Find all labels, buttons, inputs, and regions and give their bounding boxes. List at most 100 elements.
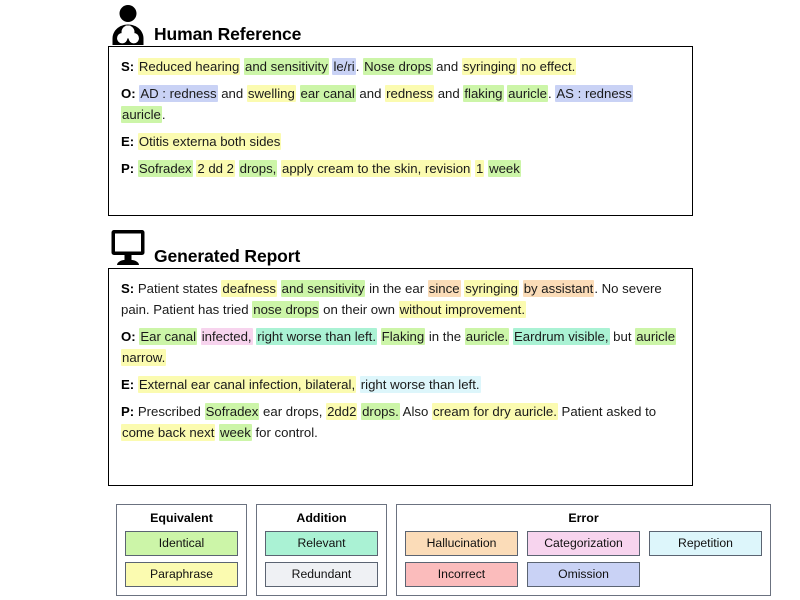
highlight-identical: week bbox=[219, 424, 252, 441]
report-line-label: O: bbox=[121, 329, 136, 344]
highlight-identical: week bbox=[488, 160, 521, 177]
highlight-paraphrase: Otitis externa both sides bbox=[137, 133, 282, 150]
legend-group-addition: Addition Relevant Redundant bbox=[256, 504, 387, 596]
report-line-label: P: bbox=[121, 161, 135, 176]
legend-row: Hallucination Categorization Repetition bbox=[405, 531, 762, 556]
generated-report-heading: Generated Report bbox=[108, 224, 693, 268]
plain-text: Prescribed bbox=[134, 404, 205, 419]
human-reference-title: Human Reference bbox=[154, 23, 302, 44]
highlight-identical: nose drops bbox=[252, 301, 320, 318]
legend-row: Paraphrase bbox=[125, 562, 238, 587]
highlight-paraphrase: without improvement. bbox=[398, 301, 526, 318]
legend-group-title: Error bbox=[568, 511, 599, 525]
highlight-omission: le/ri bbox=[332, 58, 356, 75]
legend-chip-categorization[interactable]: Categorization bbox=[527, 531, 640, 556]
plain-text: but bbox=[609, 329, 636, 344]
generated-report-box: S: Patient states deafness and sensitivi… bbox=[108, 268, 693, 486]
legend-rows: Identical Paraphrase bbox=[125, 531, 238, 587]
report-line-label: S: bbox=[121, 59, 135, 74]
plain-text: Patient asked to bbox=[557, 404, 657, 419]
highlight-identical: Nose drops bbox=[363, 58, 433, 75]
plain-text: and bbox=[432, 59, 462, 74]
report-line-label: E: bbox=[121, 377, 135, 392]
highlight-identical: Flaking bbox=[380, 328, 426, 345]
highlight-relevant: right worse than left. bbox=[256, 328, 377, 345]
report-line-label: P: bbox=[121, 404, 135, 419]
highlight-paraphrase: Reduced hearing bbox=[137, 58, 241, 75]
highlight-identical: Sofradex bbox=[204, 403, 260, 420]
highlight-identical: auricle bbox=[121, 106, 162, 123]
legend-chip-repetition[interactable]: Repetition bbox=[649, 531, 762, 556]
generated-report-section: Generated Report S: Patient states deafn… bbox=[108, 224, 693, 486]
legend-chip-paraphrase[interactable]: Paraphrase bbox=[125, 562, 238, 587]
legend-group-error: Error Hallucination Categorization Repetiti… bbox=[396, 504, 771, 596]
highlight-identical: Ear canal bbox=[139, 328, 198, 345]
legend-rows: Hallucination Categorization Repetition Inc… bbox=[405, 531, 762, 587]
highlight-paraphrase: swelling bbox=[246, 85, 296, 102]
legend-chip-identical[interactable]: Identical bbox=[125, 531, 238, 556]
legend-chip-redundant[interactable]: Redundant bbox=[265, 562, 378, 587]
plain-text: in the bbox=[425, 329, 465, 344]
highlight-identical: auricle bbox=[507, 85, 549, 102]
report-line: E: External ear canal infection, bilater… bbox=[121, 374, 680, 395]
highlight-omission: AD : redness bbox=[139, 85, 218, 102]
legend-row: Incorrect Omission bbox=[405, 562, 762, 587]
report-line-label: O: bbox=[121, 86, 136, 101]
highlight-categorization: infected, bbox=[200, 328, 253, 345]
highlight-paraphrase: External ear canal infection, bilateral, bbox=[137, 376, 357, 393]
highlight-repetition: right worse than left. bbox=[359, 376, 481, 393]
highlight-identical: auricle bbox=[635, 328, 677, 345]
highlight-identical: ear canal bbox=[299, 85, 356, 102]
legend-chip-incorrect[interactable]: Incorrect bbox=[405, 562, 518, 587]
report-line: E: Otitis externa both sides bbox=[121, 131, 680, 152]
human-reference-section: Human Reference S: Reduced hearing and s… bbox=[108, 2, 693, 216]
legend-group-title: Equivalent bbox=[150, 511, 213, 525]
highlight-paraphrase: come back next bbox=[121, 424, 216, 441]
person-user-icon bbox=[108, 4, 148, 46]
plain-text: and bbox=[355, 86, 386, 101]
legend-row: Redundant bbox=[265, 562, 378, 587]
highlight-hallucination: since bbox=[427, 280, 461, 297]
legend-group-equivalent: Equivalent Identical Paraphrase bbox=[116, 504, 247, 596]
highlight-paraphrase: cream for dry auricle. bbox=[432, 403, 558, 420]
generated-report-title: Generated Report bbox=[154, 245, 301, 266]
highlight-identical: and sensitivity bbox=[280, 280, 366, 297]
highlight-paraphrase: no effect. bbox=[520, 58, 577, 75]
plain-text bbox=[296, 86, 300, 101]
highlight-paraphrase: deafness bbox=[221, 280, 277, 297]
highlight-paraphrase: apply cream to the skin, revision bbox=[281, 160, 472, 177]
legend-chip-relevant[interactable]: Relevant bbox=[265, 531, 378, 556]
human-reference-heading: Human Reference bbox=[108, 2, 693, 46]
highlight-identical: drops. bbox=[361, 403, 400, 420]
legend-row: Relevant bbox=[265, 531, 378, 556]
plain-text: ear drops, bbox=[259, 404, 327, 419]
highlight-identical: Sofradex bbox=[137, 160, 193, 177]
plain-text: and bbox=[434, 86, 464, 101]
highlight-paraphrase: 2 dd 2 bbox=[196, 160, 235, 177]
legend-chip-hallucination[interactable]: Hallucination bbox=[405, 531, 518, 556]
plain-text: Patient states bbox=[134, 281, 222, 296]
human-reference-box: S: Reduced hearing and sensitivity le/ri… bbox=[108, 46, 693, 216]
highlight-identical: drops, bbox=[238, 160, 278, 177]
plain-text: in the ear bbox=[365, 281, 428, 296]
plain-text: . bbox=[355, 59, 364, 74]
plain-text: for control. bbox=[251, 425, 318, 440]
highlight-relevant: Eardrum visible, bbox=[512, 328, 610, 345]
highlight-paraphrase: syringing bbox=[464, 280, 520, 297]
report-line: O: AD : redness and swelling ear canal a… bbox=[121, 83, 680, 125]
report-line-label: E: bbox=[121, 134, 135, 149]
highlight-omission: AS : redness bbox=[555, 85, 633, 102]
legend-rows: Relevant Redundant bbox=[265, 531, 378, 587]
report-line: S: Patient states deafness and sensitivi… bbox=[121, 278, 680, 320]
plain-text: . bbox=[161, 107, 166, 122]
report-line: S: Reduced hearing and sensitivity le/ri… bbox=[121, 56, 680, 77]
highlight-identical: flaking bbox=[463, 85, 504, 102]
highlight-paraphrase: 1 bbox=[475, 160, 485, 177]
report-line: P: Sofradex 2 dd 2 drops, apply cream to… bbox=[121, 158, 680, 179]
report-line: O: Ear canal infected, right worse than … bbox=[121, 326, 680, 368]
legend-chip-omission[interactable]: Omission bbox=[527, 562, 640, 587]
highlight-paraphrase: 2dd2 bbox=[326, 403, 358, 420]
highlight-paraphrase: redness bbox=[385, 85, 435, 102]
highlight-paraphrase: narrow. bbox=[121, 349, 167, 366]
annotated-report-comparison-figure: Human Reference S: Reduced hearing and s… bbox=[0, 0, 800, 600]
